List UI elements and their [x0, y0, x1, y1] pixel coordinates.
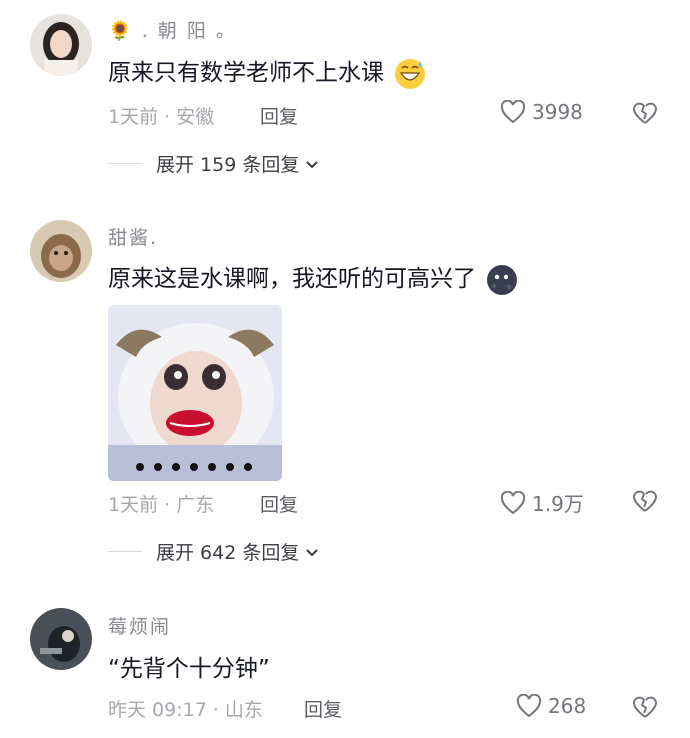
comment-meta: 昨天 09:17 · 山东: [108, 699, 263, 721]
broken-heart-icon[interactable]: [631, 694, 659, 720]
expand-replies-button[interactable]: 展开 159 条回复: [108, 150, 320, 177]
comment-username[interactable]: 🌻 . 朝 阳 。: [108, 16, 237, 43]
broken-heart-icon[interactable]: [631, 100, 659, 126]
avatar[interactable]: [30, 14, 92, 76]
reply-button[interactable]: 回复: [260, 490, 298, 517]
comment-text: 原来这是水课啊，我还听的可高兴了: [108, 259, 519, 297]
grinning-sweat-emoji-icon: [395, 58, 426, 89]
comment-meta: 1天前 · 安徽: [108, 106, 215, 128]
comment-text: 原来只有数学老师不上水课: [108, 53, 427, 91]
reply-button[interactable]: 回复: [260, 102, 298, 129]
divider: [108, 163, 142, 164]
comment-text: “先背个十分钟”: [108, 656, 270, 682]
broken-heart-icon[interactable]: [631, 488, 659, 514]
comment-text-content: 原来只有数学老师不上水课: [108, 60, 384, 86]
comment-username[interactable]: 甜酱.: [108, 223, 158, 250]
like-count: 3998: [532, 100, 583, 124]
divider: [108, 551, 142, 552]
heart-outline-icon: [500, 100, 526, 124]
avatar[interactable]: [30, 608, 92, 670]
like-count: 1.9万: [532, 492, 584, 516]
reply-button[interactable]: 回复: [304, 695, 342, 722]
chevron-down-icon: [306, 548, 319, 556]
sticker-image[interactable]: [108, 305, 282, 481]
dark-moon-face-emoji-icon: [487, 264, 518, 295]
expand-replies-button[interactable]: 展开 642 条回复: [108, 538, 320, 565]
expand-replies-label: 展开 159 条回复: [156, 154, 300, 176]
chevron-down-icon: [306, 160, 319, 168]
like-button[interactable]: 1.9万: [500, 488, 584, 517]
heart-outline-icon: [500, 490, 526, 514]
heart-outline-icon: [516, 694, 542, 718]
comment-meta: 1天前 · 广东: [108, 494, 215, 516]
comment-username[interactable]: 莓烦闹: [108, 612, 171, 639]
avatar[interactable]: [30, 220, 92, 282]
like-button[interactable]: 268: [516, 694, 586, 718]
like-button[interactable]: 3998: [500, 100, 583, 124]
comment-text-content: 原来这是水课啊，我还听的可高兴了: [108, 266, 476, 292]
expand-replies-label: 展开 642 条回复: [156, 542, 300, 564]
like-count: 268: [548, 694, 587, 718]
